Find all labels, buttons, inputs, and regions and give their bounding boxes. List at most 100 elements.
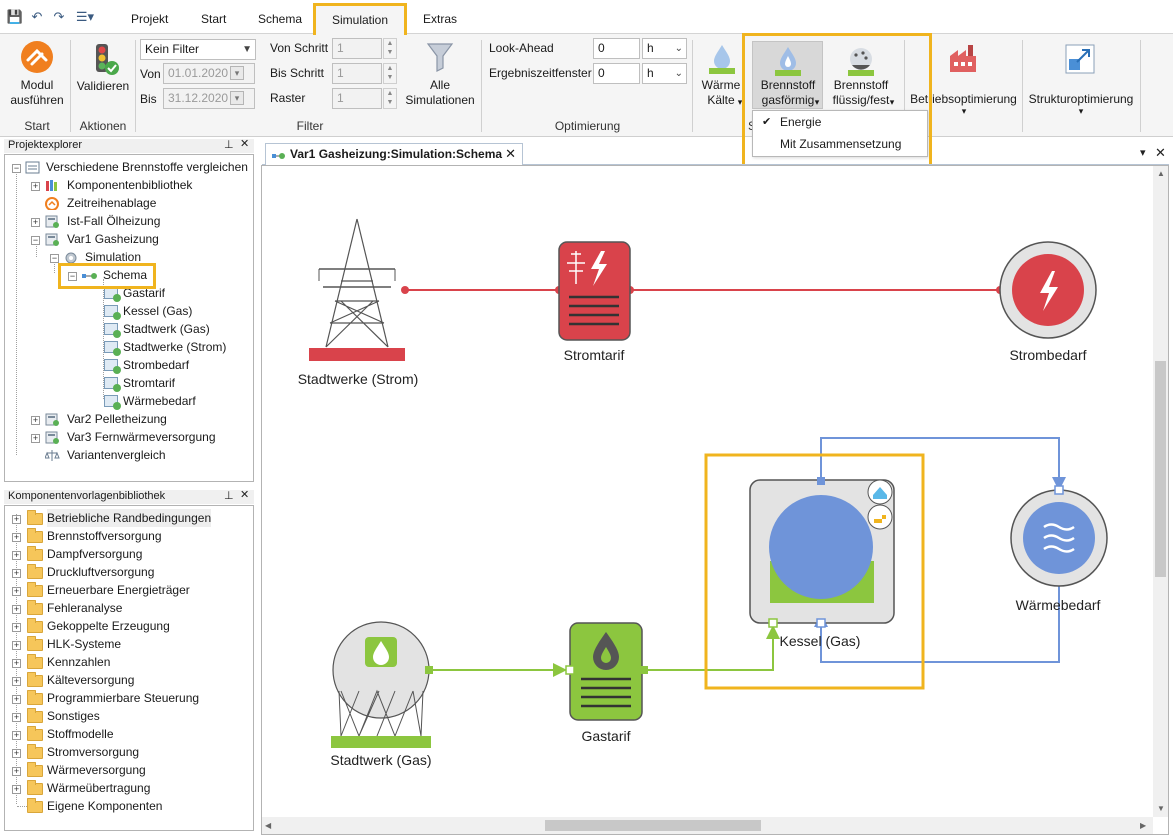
expand-toggle[interactable]: − [12, 164, 21, 173]
expand-toggle[interactable]: + [12, 767, 21, 776]
stromtarif-node[interactable] [558, 241, 631, 341]
expand-toggle[interactable]: + [12, 677, 21, 686]
save-icon[interactable]: 💾 [6, 8, 24, 26]
vertical-scroll-thumb[interactable] [1155, 361, 1166, 577]
library-item[interactable]: Erneuerbare Energieträger [47, 581, 190, 599]
scroll-up-icon[interactable]: ▲ [1157, 169, 1165, 178]
expand-toggle[interactable]: − [50, 254, 59, 263]
raster-input[interactable]: 1 [332, 88, 382, 109]
close-icon[interactable]: ✕ [240, 138, 249, 151]
expand-toggle[interactable]: + [31, 416, 40, 425]
connection-port[interactable] [401, 286, 409, 294]
expand-toggle[interactable]: + [12, 641, 21, 650]
schema-canvas[interactable]: Stadtwerke (Strom) Stromtarif Strombedar… [261, 165, 1169, 835]
connection-port[interactable] [425, 666, 433, 674]
expand-toggle[interactable]: + [31, 434, 40, 443]
pin-icon[interactable]: ⊥ [224, 139, 234, 152]
library-item[interactable]: Stromversorgung [47, 743, 139, 761]
tree-item-stadtwerke-strom[interactable]: Stadtwerke (Strom) [123, 338, 226, 356]
horizontal-scroll-thumb[interactable] [545, 820, 761, 831]
tree-item-komponentenbibliothek[interactable]: Komponentenbibliothek [67, 176, 192, 194]
close-icon[interactable]: ✕ [240, 489, 249, 502]
tree-item-waermebedarf[interactable]: Wärmebedarf [123, 392, 196, 410]
library-item[interactable]: Brennstoffversorgung [47, 527, 162, 545]
expand-toggle[interactable]: + [12, 587, 21, 596]
von-schritt-spinner[interactable]: ▲ ▼ [383, 38, 397, 59]
scroll-right-icon[interactable]: ▶ [1140, 821, 1146, 830]
expand-toggle[interactable]: + [31, 182, 40, 191]
expand-toggle[interactable]: + [12, 749, 21, 758]
undo-icon[interactable]: ↶ [28, 8, 46, 26]
expand-toggle[interactable]: + [12, 605, 21, 614]
tab-projekt[interactable]: Projekt [131, 12, 168, 26]
bis-schritt-spinner[interactable]: ▲ ▼ [383, 63, 397, 84]
bis-schritt-input[interactable]: 1 [332, 63, 382, 84]
connection-port[interactable] [768, 618, 778, 628]
horizontal-scrollbar[interactable]: ◀ ▶ [262, 817, 1153, 834]
scroll-down-icon[interactable]: ▼ [1157, 804, 1165, 813]
customize-quick-access-icon[interactable]: ☰▾ [72, 8, 98, 26]
library-item[interactable]: Wärmeversorgung [47, 761, 146, 779]
expand-toggle[interactable]: + [31, 218, 40, 227]
power-pylon-icon[interactable] [309, 218, 405, 361]
expand-toggle[interactable]: + [12, 515, 21, 524]
tree-item-var2[interactable]: Var2 Pelletheizung [67, 410, 167, 428]
connection-port[interactable] [816, 618, 826, 628]
library-item[interactable]: Dampfversorgung [47, 545, 142, 563]
calendar-icon[interactable]: ▾ [230, 91, 244, 105]
library-item[interactable]: Wärmeübertragung [47, 779, 150, 797]
tree-item-ist-fall[interactable]: Ist-Fall Ölheizung [67, 212, 160, 230]
library-item[interactable]: Sonstiges [47, 707, 100, 725]
library-item[interactable]: Fehleranalyse [47, 599, 122, 617]
kessel-gas-node[interactable] [749, 479, 895, 624]
strombedarf-node[interactable] [999, 241, 1097, 339]
library-item[interactable]: Eigene Komponenten [47, 797, 162, 815]
expand-toggle[interactable]: + [12, 551, 21, 560]
ergebnis-unit-combo[interactable]: h ⌄ [642, 63, 687, 84]
document-tab-schema[interactable]: Var1 Gasheizung:Simulation:Schema ✕ [265, 143, 523, 165]
expand-toggle[interactable]: + [12, 695, 21, 704]
menu-item-energie[interactable]: ✔ Energie [753, 112, 927, 133]
waermebedarf-node[interactable] [1010, 489, 1108, 587]
library-item[interactable]: Kälteversorgung [47, 671, 134, 689]
lookahead-unit-combo[interactable]: h ⌄ [642, 38, 687, 59]
library-item[interactable]: Kennzahlen [47, 653, 110, 671]
vertical-scrollbar[interactable]: ▲ ▼ [1153, 166, 1168, 817]
tab-simulation[interactable]: Simulation [313, 3, 407, 35]
modul-ausfuehren-button[interactable]: Modul ausführen [6, 78, 68, 108]
connection-port[interactable] [565, 665, 575, 675]
alle-simulationen-button[interactable]: Alle Simulationen [404, 78, 476, 108]
library-item[interactable]: Programmierbare Steuerung [47, 689, 199, 707]
ergebniszeitfenster-input[interactable]: 0 [593, 63, 640, 84]
connection-port[interactable] [640, 666, 648, 674]
library-item[interactable]: Betriebliche Randbedingungen [47, 509, 212, 527]
waerme-kaelte-dropdown-arrow[interactable]: ▾ [735, 95, 745, 110]
connection-port[interactable] [817, 477, 825, 485]
gas-storage-sphere-icon[interactable] [331, 621, 431, 748]
library-item[interactable]: HLK-Systeme [47, 635, 121, 653]
library-item[interactable]: Stoffmodelle [47, 725, 114, 743]
tab-schema[interactable]: Schema [258, 12, 302, 26]
tree-item-strombedarf[interactable]: Strombedarf [123, 356, 189, 374]
tab-list-icon[interactable]: ▾ [1140, 147, 1146, 160]
tree-item-variantenvergleich[interactable]: Variantenvergleich [67, 446, 166, 464]
library-item[interactable]: Gekoppelte Erzeugung [47, 617, 170, 635]
expand-toggle[interactable]: + [12, 533, 21, 542]
connection-port[interactable] [1054, 485, 1064, 495]
validieren-button[interactable]: Validieren [73, 79, 133, 94]
tree-item-kessel-gas[interactable]: Kessel (Gas) [123, 302, 192, 320]
tab-extras[interactable]: Extras [423, 12, 457, 26]
expand-toggle[interactable]: + [12, 623, 21, 632]
expand-toggle[interactable]: + [12, 659, 21, 668]
calendar-icon[interactable]: ▾ [230, 66, 244, 80]
tree-item-project[interactable]: Verschiedene Brennstoffe vergleichen [46, 158, 248, 176]
pin-icon[interactable]: ⊥ [224, 490, 234, 503]
tree-item-var1[interactable]: Var1 Gasheizung [67, 230, 159, 248]
close-tab-icon[interactable]: ✕ [505, 144, 516, 164]
lookahead-input[interactable]: 0 [593, 38, 640, 59]
von-schritt-input[interactable]: 1 [332, 38, 382, 59]
tree-item-var3[interactable]: Var3 Fernwärmeversorgung [67, 428, 216, 446]
redo-icon[interactable]: ↷ [50, 8, 68, 26]
filter-combo[interactable]: Kein Filter ▼ [140, 39, 256, 60]
expand-toggle[interactable]: − [31, 236, 40, 245]
